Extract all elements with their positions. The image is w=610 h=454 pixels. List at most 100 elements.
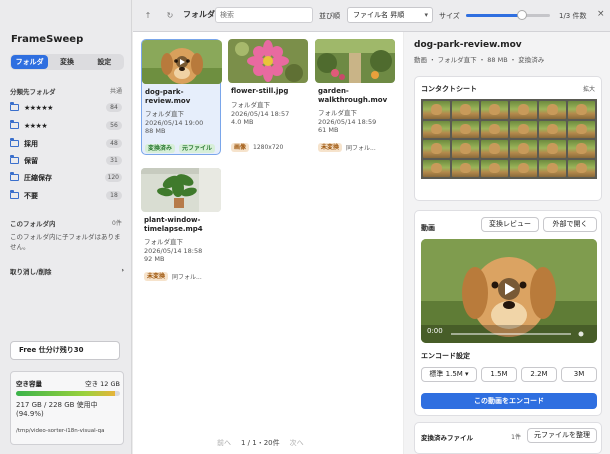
file-meta: フォルダ直下 2026/05/14 18:59 61 MB: [318, 109, 394, 135]
size-slider[interactable]: [466, 14, 550, 17]
convert-review-button[interactable]: 変換レビュー: [481, 217, 539, 232]
sort-select[interactable]: ファイル名 昇順: [347, 7, 433, 23]
breadcrumb: フォルダ: [183, 10, 215, 19]
sidebar: FrameSweep フォルダ 変換 設定 分類先フォルダ 共通 ★★★★★ 8…: [0, 0, 132, 454]
contact-frame: [539, 140, 566, 158]
contact-frame: [481, 120, 508, 138]
file-meta: フォルダ直下 2026/05/14 18:57 4.0 MB: [231, 101, 307, 127]
contact-frame: [539, 159, 566, 177]
prev-page-button[interactable]: 前へ: [217, 438, 231, 448]
next-page-button[interactable]: 次へ: [290, 438, 304, 448]
detail-panel: dog-park-review.mov 動画 ・ フォルダ直下 ・ 88 MB …: [404, 32, 610, 454]
status-badge: 未変換: [318, 143, 343, 152]
folder-count: 84: [106, 103, 122, 112]
up-folder-icon[interactable]: ↑: [141, 9, 155, 23]
file-date: 2026/05/14 19:00: [145, 118, 204, 127]
expand-button[interactable]: 拡大: [583, 84, 595, 93]
undo-delete-row[interactable]: 取り消し/削除 ›: [10, 266, 124, 276]
file-size: 61 MB: [318, 126, 339, 134]
storage-used: 217 GB / 228 GB 使用中 (94.9%): [16, 401, 122, 419]
tab-convert[interactable]: 変換: [48, 55, 85, 69]
storage-header: 空き容量 空き 12 GB: [16, 378, 120, 388]
contact-frame: [481, 101, 508, 119]
folder-label: 不要: [24, 191, 38, 200]
size-slider-knob[interactable]: [517, 10, 527, 20]
folder-item-compress[interactable]: 圧縮保存 120: [10, 171, 122, 184]
converted-files-count: 1件: [511, 434, 521, 441]
encode-preset-select[interactable]: 標準 1.5M ▾: [421, 367, 477, 382]
folder-label: 採用: [24, 139, 38, 148]
sort-label: 並び順: [319, 12, 340, 20]
file-tags: 未変換 同フォル...: [318, 143, 376, 152]
file-card[interactable]: garden-walkthrough.mov フォルダ直下 2026/05/14…: [315, 39, 395, 155]
folder-count: 48: [106, 139, 122, 148]
contact-frame: [452, 140, 479, 158]
tab-folders[interactable]: フォルダ: [11, 55, 49, 69]
size-slider-fill: [466, 14, 524, 17]
close-icon[interactable]: ×: [597, 9, 605, 19]
folder-label: ★★★★: [24, 121, 48, 130]
detail-filename: dog-park-review.mov: [414, 40, 522, 50]
folder-item-5stars[interactable]: ★★★★★ 84: [10, 101, 122, 114]
open-external-button[interactable]: 外部で開く: [543, 217, 597, 232]
this-folder-header: このフォルダ内: [10, 220, 56, 228]
file-tags: 未変換 同フォル...: [144, 272, 202, 281]
file-resolution: 1280x720: [253, 144, 284, 151]
this-folder-count: 0件: [112, 220, 122, 227]
sort-folders-aux: 共通: [110, 88, 123, 95]
file-card[interactable]: plant-window-timelapse.mp4 フォルダ直下 2026/0…: [141, 168, 221, 284]
contact-frame: [452, 159, 479, 177]
file-date: 2026/05/14 18:59: [318, 117, 377, 126]
contact-frame: [481, 159, 508, 177]
folder-icon: [10, 102, 19, 111]
page-indicator: 1 / 1・20件: [241, 439, 280, 447]
storage-bar-fill: [16, 391, 115, 396]
sort-value: ファイル名 昇順: [353, 11, 405, 19]
empty-subfolder-message: このフォルダ内に子フォルダはありません。: [10, 233, 121, 251]
folder-count: 120: [104, 173, 122, 182]
encode-option-1-5m[interactable]: 1.5M: [481, 367, 517, 382]
folder-count: 18: [106, 191, 122, 200]
folder-item-4stars[interactable]: ★★★★ 56: [10, 119, 122, 132]
contact-frame: [568, 120, 595, 138]
encode-option-2-2m[interactable]: 2.2M: [521, 367, 557, 382]
contact-sheet-grid[interactable]: [421, 99, 597, 179]
image-thumbnail: [228, 39, 308, 83]
encode-video-button[interactable]: この動画をエンコード: [421, 393, 597, 409]
file-card[interactable]: dog-park-review.mov フォルダ直下 2026/05/14 19…: [141, 39, 222, 155]
video-title: 動画: [421, 224, 435, 232]
tab-settings[interactable]: 設定: [86, 55, 123, 69]
detail-subtitle: 動画 ・ フォルダ直下 ・ 88 MB ・ 変換済み: [414, 56, 545, 64]
file-name: dog-park-review.mov: [145, 88, 191, 105]
contact-frame: [539, 120, 566, 138]
storage-bar: [16, 391, 120, 396]
contact-frame: [510, 159, 537, 177]
refresh-icon[interactable]: ↻: [163, 9, 177, 23]
contact-frame: [452, 120, 479, 138]
file-location: 同フォル...: [172, 274, 202, 281]
status-badge: 画像: [231, 143, 250, 152]
folder-icon: [10, 120, 19, 129]
file-grid-panel: dog-park-review.mov フォルダ直下 2026/05/14 19…: [133, 0, 403, 454]
video-time: 0:00: [427, 327, 443, 335]
free-remaining-button[interactable]: Free 仕分け残り30: [10, 341, 120, 360]
organize-originals-button[interactable]: 元ファイルを整理: [527, 428, 597, 443]
contact-frame: [568, 159, 595, 177]
folder-label: 圧縮保存: [24, 173, 52, 182]
video-player[interactable]: 0:00: [421, 239, 597, 343]
file-folder: フォルダ直下: [144, 238, 183, 246]
video-thumbnail: [315, 39, 395, 83]
folder-item-hold[interactable]: 保留 31: [10, 154, 122, 167]
folder-item-adopt[interactable]: 採用 48: [10, 137, 122, 150]
file-folder: フォルダ直下: [231, 101, 270, 109]
contact-frame: [510, 120, 537, 138]
file-card[interactable]: flower-still.jpg フォルダ直下 2026/05/14 18:57…: [228, 39, 308, 155]
folder-icon: [10, 172, 19, 181]
search-input[interactable]: [215, 7, 313, 23]
encode-option-3m[interactable]: 3M: [561, 367, 597, 382]
folder-item-unneeded[interactable]: 不要 18: [10, 189, 122, 202]
storage-free: 空き 12 GB: [85, 380, 120, 388]
contact-frame: [423, 120, 450, 138]
video-panel: 動画 変換レビュー 外部で開く 0:00 エンコード設定 標準 1.5M ▾ 1…: [414, 210, 602, 416]
status-badge: 変換済み: [145, 144, 176, 153]
